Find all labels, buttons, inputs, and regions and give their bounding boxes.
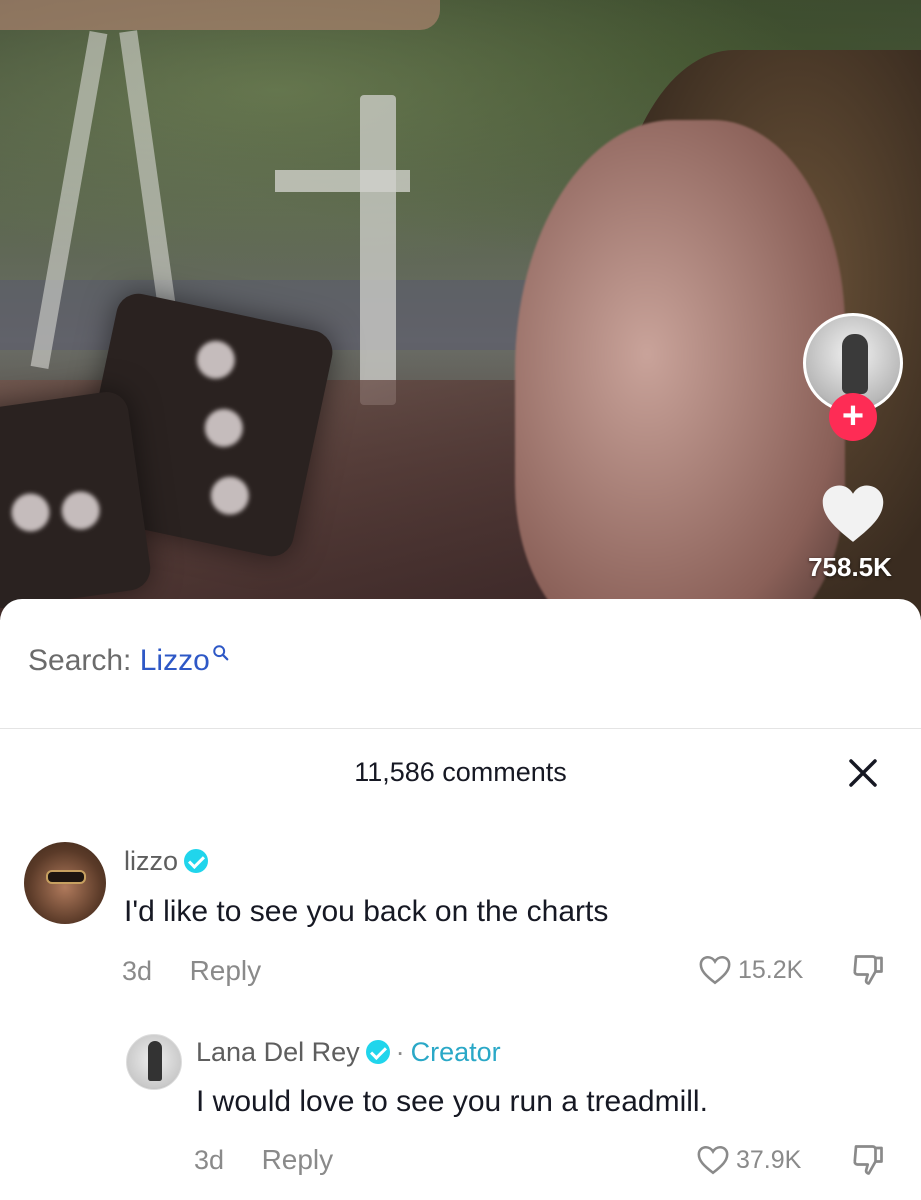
comments-count: 11,586 comments (354, 757, 567, 787)
like-count: 37.9K (736, 1146, 802, 1174)
comment-text: I would love to see you run a treadmill. (196, 1085, 708, 1118)
person-face (515, 120, 845, 620)
heart-icon[interactable] (820, 482, 886, 544)
comment-age: 3d (122, 956, 153, 986)
search-term[interactable]: Lizzo (140, 644, 210, 677)
username-label: lizzo (124, 846, 179, 876)
search-icon (213, 645, 229, 661)
dislike-icon[interactable] (850, 952, 886, 988)
avatar[interactable] (24, 842, 106, 924)
username-label: Lana Del Rey (196, 1037, 360, 1067)
avatar-figure (842, 334, 868, 394)
car-visor (0, 0, 440, 30)
comment-like[interactable]: 15.2K (698, 954, 803, 986)
follow-button[interactable]: + (829, 393, 877, 441)
mailbox-post (360, 95, 396, 405)
comment-like[interactable]: 37.9K (696, 1144, 801, 1176)
creator-badge: Creator (410, 1037, 501, 1067)
close-icon[interactable] (846, 756, 880, 790)
video-player[interactable] (0, 0, 921, 620)
comment-meta: 3d Reply (122, 955, 261, 987)
reply-button[interactable]: Reply (190, 955, 262, 986)
comment-username[interactable]: lizzo (124, 846, 209, 877)
heart-outline-icon (699, 955, 731, 985)
search-suggestion[interactable]: Search: Lizzo (28, 644, 230, 678)
verified-icon (365, 1040, 390, 1064)
comment-age: 3d (194, 1145, 225, 1175)
divider (0, 728, 921, 729)
like-count: 15.2K (738, 956, 804, 984)
comment-text: I'd like to see you back on the charts (124, 895, 609, 928)
verified-icon (184, 849, 209, 873)
comment-meta: 3d Reply (194, 1144, 333, 1176)
reply-button[interactable]: Reply (262, 1144, 334, 1175)
sunglasses (46, 870, 86, 884)
avatar[interactable] (126, 1034, 182, 1090)
heart-outline-icon (697, 1145, 729, 1175)
comment-username[interactable]: Lana Del Rey · Creator (196, 1037, 501, 1068)
search-prefix: Search: (28, 644, 132, 677)
dislike-icon[interactable] (850, 1142, 886, 1178)
separator: · (395, 1037, 405, 1067)
avatar-figure (148, 1041, 162, 1081)
video-like-count: 758.5K (808, 552, 892, 582)
